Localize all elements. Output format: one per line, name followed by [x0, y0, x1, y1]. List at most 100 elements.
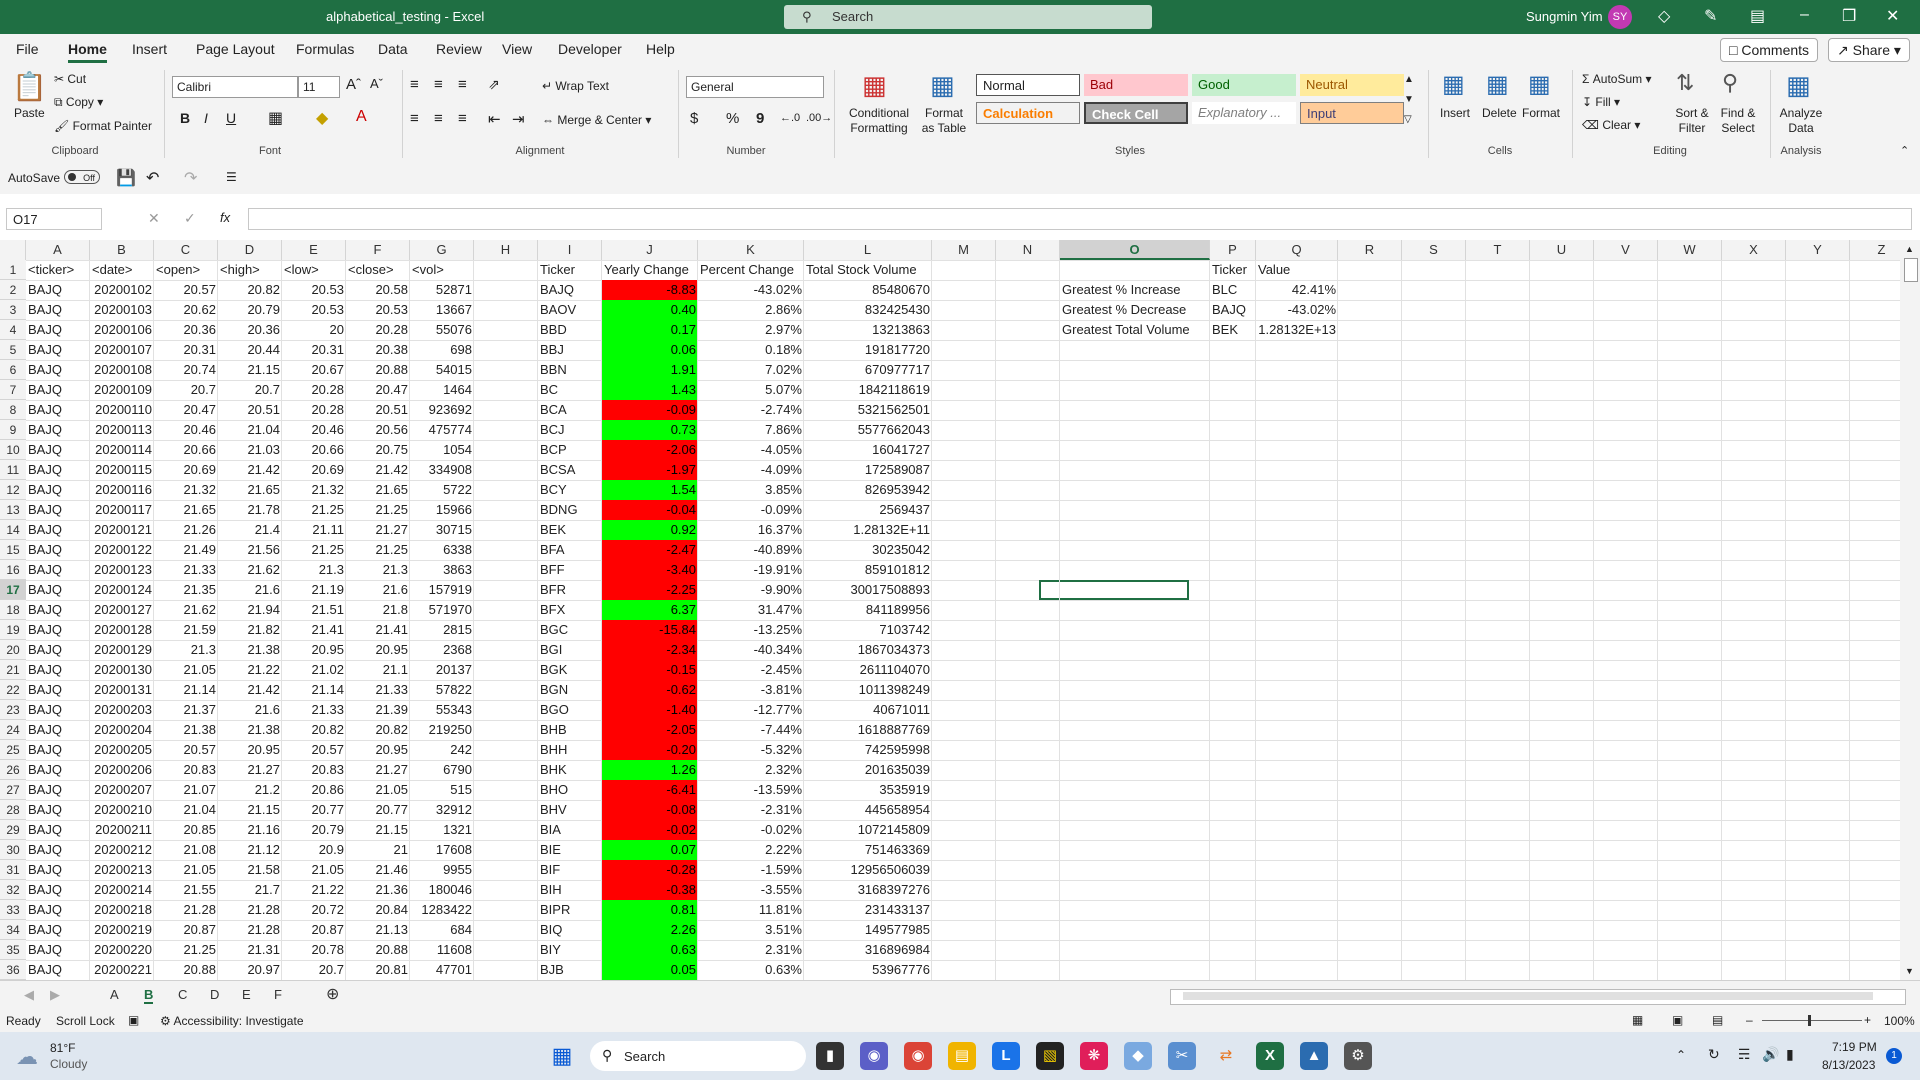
total-volume-cell[interactable]: 742595998	[804, 740, 932, 760]
style-check-cell[interactable]: Check Cell	[1084, 102, 1188, 124]
wrap-text-button[interactable]: ↵ Wrap Text	[542, 79, 609, 93]
column-header-e[interactable]: E	[282, 240, 346, 260]
yearly-change-cell[interactable]: -2.47	[602, 540, 698, 560]
analyze-data-button[interactable]: Analyze Data	[1776, 106, 1826, 136]
total-volume-cell[interactable]: 231433137	[804, 900, 932, 920]
data-cell[interactable]: 20.85	[154, 820, 218, 840]
battery-icon[interactable]: ▮	[1786, 1046, 1794, 1063]
column-header-x[interactable]: X	[1722, 240, 1786, 260]
style-calculation[interactable]: Calculation	[976, 102, 1080, 124]
data-cell[interactable]: BAJQ	[26, 860, 90, 880]
ticker-cell[interactable]: BGN	[538, 680, 602, 700]
column-header-g[interactable]: G	[410, 240, 474, 260]
align-center-icon[interactable]: ≡	[434, 110, 443, 127]
save-icon[interactable]: 💾	[116, 168, 136, 188]
style-neutral[interactable]: Neutral	[1300, 74, 1404, 96]
ticker-cell[interactable]: BGI	[538, 640, 602, 660]
total-volume-cell[interactable]: 841189956	[804, 600, 932, 620]
yearly-change-cell[interactable]: 0.63	[602, 940, 698, 960]
data-cell[interactable]: 475774	[410, 420, 474, 440]
data-cell[interactable]: 20.69	[154, 460, 218, 480]
ribbon-display-icon[interactable]: ▤	[1750, 6, 1765, 26]
restore-icon[interactable]: ❐	[1842, 6, 1856, 26]
greatest-ticker-cell[interactable]: BAJQ	[1210, 300, 1256, 320]
yearly-change-cell[interactable]: 1.43	[602, 380, 698, 400]
yearly-change-cell[interactable]: 0.73	[602, 420, 698, 440]
header-cell[interactable]: <ticker>	[26, 260, 90, 280]
greatest-value-cell[interactable]: 42.41%	[1256, 280, 1338, 300]
row-header[interactable]: 20	[0, 640, 26, 660]
data-cell[interactable]: BAJQ	[26, 340, 90, 360]
comments-button[interactable]: □ Comments	[1720, 38, 1819, 62]
total-volume-cell[interactable]: 1072145809	[804, 820, 932, 840]
greatest-value-cell[interactable]: -43.02%	[1256, 300, 1338, 320]
windows-start-icon[interactable]: ▦	[548, 1042, 576, 1070]
data-cell[interactable]: 21.25	[346, 500, 410, 520]
decrease-indent-icon[interactable]: ⇤	[488, 110, 501, 128]
yearly-change-cell[interactable]: -1.40	[602, 700, 698, 720]
data-cell[interactable]: 9955	[410, 860, 474, 880]
data-cell[interactable]: 21.42	[346, 460, 410, 480]
data-cell[interactable]: BAJQ	[26, 760, 90, 780]
data-cell[interactable]: 17608	[410, 840, 474, 860]
data-cell[interactable]: BAJQ	[26, 560, 90, 580]
data-cell[interactable]: 20200214	[90, 880, 154, 900]
row-header[interactable]: 10	[0, 440, 26, 460]
column-header-w[interactable]: W	[1658, 240, 1722, 260]
yearly-change-cell[interactable]: 0.40	[602, 300, 698, 320]
ticker-cell[interactable]: BIQ	[538, 920, 602, 940]
yearly-change-cell[interactable]: -0.20	[602, 740, 698, 760]
column-header-p[interactable]: P	[1210, 240, 1256, 260]
data-cell[interactable]: 20200115	[90, 460, 154, 480]
row-header[interactable]: 34	[0, 920, 26, 940]
data-cell[interactable]: 20.51	[218, 400, 282, 420]
zoom-in-icon[interactable]: +	[1864, 1013, 1871, 1027]
column-header-y[interactable]: Y	[1786, 240, 1850, 260]
data-cell[interactable]: 20.83	[282, 760, 346, 780]
data-cell[interactable]: 55076	[410, 320, 474, 340]
data-cell[interactable]: 20.47	[154, 400, 218, 420]
decrease-decimal-icon[interactable]: .00→	[806, 112, 832, 124]
yearly-change-cell[interactable]: -2.05	[602, 720, 698, 740]
percent-change-cell[interactable]: 5.07%	[698, 380, 804, 400]
data-cell[interactable]: 21.05	[282, 860, 346, 880]
percent-change-cell[interactable]: 2.32%	[698, 760, 804, 780]
yearly-change-cell[interactable]: 0.05	[602, 960, 698, 980]
notification-badge[interactable]: 1	[1886, 1048, 1902, 1064]
header-cell[interactable]: <open>	[154, 260, 218, 280]
tab-data[interactable]: Data	[378, 41, 408, 57]
data-cell[interactable]: 20.74	[154, 360, 218, 380]
data-cell[interactable]: 20.95	[282, 640, 346, 660]
data-cell[interactable]: 20.28	[282, 400, 346, 420]
data-cell[interactable]: 20200108	[90, 360, 154, 380]
column-header-v[interactable]: V	[1594, 240, 1658, 260]
yearly-change-cell[interactable]: 1.91	[602, 360, 698, 380]
yearly-change-cell[interactable]: 1.26	[602, 760, 698, 780]
title-search-box[interactable]: ⚲ Search	[784, 5, 1152, 29]
yearly-change-cell[interactable]: -1.97	[602, 460, 698, 480]
data-cell[interactable]: 20.88	[346, 940, 410, 960]
align-middle-icon[interactable]: ≡	[434, 76, 443, 93]
data-cell[interactable]: BAJQ	[26, 480, 90, 500]
teams-icon[interactable]: ◉	[860, 1042, 888, 1070]
refresh-tray-icon[interactable]: ↻	[1708, 1046, 1720, 1063]
data-cell[interactable]: 20.7	[154, 380, 218, 400]
data-cell[interactable]: 30715	[410, 520, 474, 540]
total-volume-cell[interactable]: 3535919	[804, 780, 932, 800]
next-sheet-icon[interactable]: ▶	[50, 987, 60, 1003]
sheet-tab-c[interactable]: C	[178, 987, 187, 1002]
data-cell[interactable]: 21.41	[282, 620, 346, 640]
data-cell[interactable]: 20.28	[282, 380, 346, 400]
data-cell[interactable]: 21.46	[346, 860, 410, 880]
data-cell[interactable]: 21.41	[346, 620, 410, 640]
percent-change-cell[interactable]: -13.25%	[698, 620, 804, 640]
data-cell[interactable]: 20.97	[218, 960, 282, 980]
data-cell[interactable]: 20.87	[282, 920, 346, 940]
percent-change-cell[interactable]: -0.02%	[698, 820, 804, 840]
data-cell[interactable]: 20200102	[90, 280, 154, 300]
ticker-cell[interactable]: BBN	[538, 360, 602, 380]
row-header[interactable]: 36	[0, 960, 26, 980]
data-cell[interactable]: BAJQ	[26, 840, 90, 860]
data-cell[interactable]: 21.11	[282, 520, 346, 540]
row-header[interactable]: 30	[0, 840, 26, 860]
